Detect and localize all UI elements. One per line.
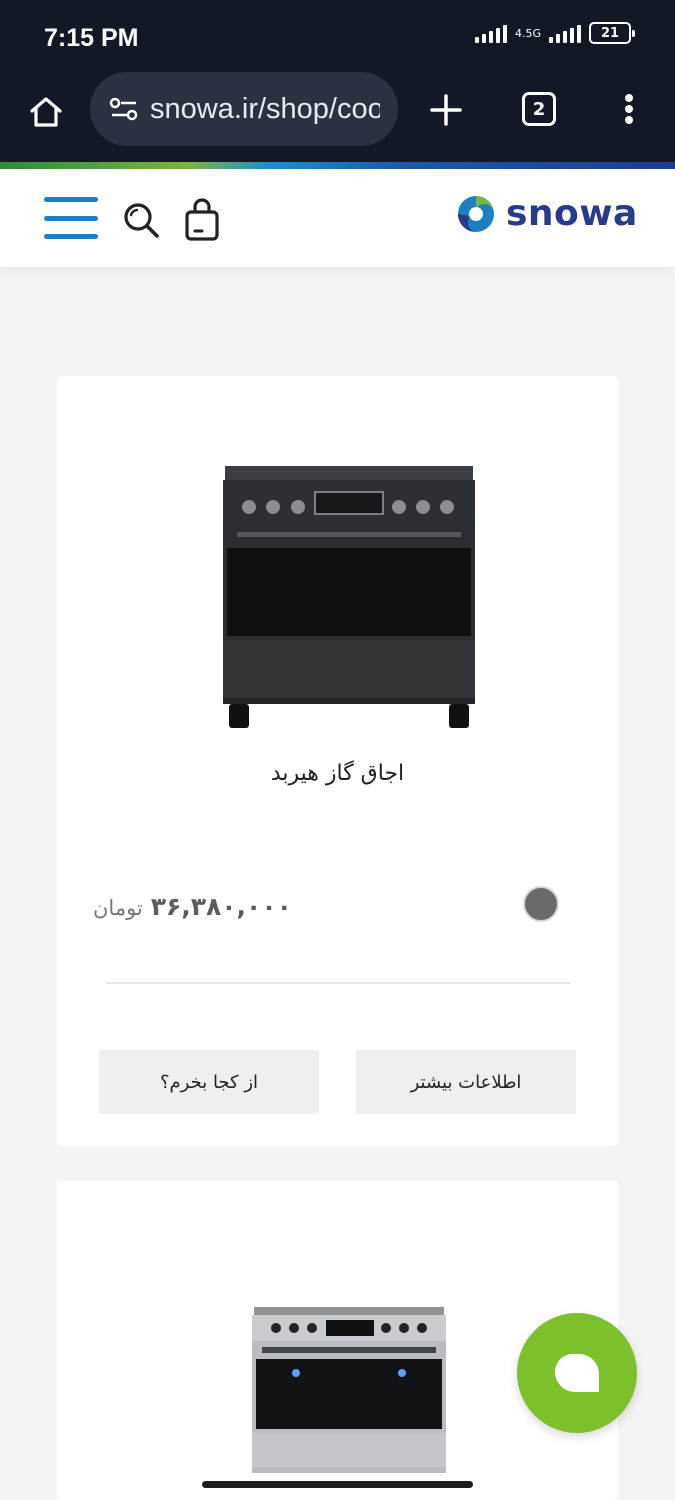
site-settings-icon [109, 97, 138, 121]
new-tab-button[interactable] [424, 88, 468, 132]
product-image-2[interactable] [252, 1307, 446, 1473]
product-price: ۳۶,۳۸۰,۰۰۰ تومان [93, 892, 292, 921]
menu-icon[interactable] [44, 197, 98, 239]
tab-switcher-button[interactable]: 2 [522, 92, 556, 126]
snowa-logo[interactable]: snowa [456, 193, 638, 234]
status-bar: 7:15 PM 4.5G 21 [0, 0, 675, 72]
price-currency: تومان [93, 896, 143, 920]
signal-icon-2 [549, 23, 581, 43]
product-title[interactable]: اجاق گاز هیربد [57, 761, 618, 786]
battery-icon: 21 [589, 22, 635, 44]
cart-button[interactable] [182, 197, 222, 243]
home-button[interactable] [24, 90, 68, 134]
plus-icon [430, 94, 462, 126]
site-settings-button[interactable] [104, 89, 144, 129]
url-text[interactable]: snowa.ir/shop/cooking [150, 93, 380, 126]
color-swatch[interactable] [523, 886, 559, 922]
site-header: snowa [0, 169, 675, 267]
product-card[interactable]: اجاق گاز هیربد ۳۶,۳۸۰,۰۰۰ تومان از کجا ب… [57, 376, 618, 1146]
snowa-logo-icon [458, 195, 494, 232]
address-bar[interactable]: snowa.ir/shop/cooking [90, 72, 398, 146]
search-icon [124, 203, 159, 238]
signal-icon [474, 23, 507, 43]
status-icons: 4.5G 21 [474, 22, 635, 44]
product-image[interactable] [223, 464, 475, 730]
home-icon [30, 97, 62, 127]
search-button[interactable] [120, 199, 162, 241]
more-info-button[interactable]: اطلاعات بیشتر [356, 1050, 576, 1114]
chat-button[interactable] [517, 1313, 637, 1433]
battery-level: 21 [600, 25, 620, 41]
chat-icon [554, 1353, 599, 1392]
color-strip [0, 162, 675, 169]
network-type: 4.5G [514, 26, 541, 40]
divider [106, 982, 570, 984]
status-time: 7:15 PM [44, 24, 139, 52]
where-to-buy-button[interactable]: از کجا بخرم؟ [99, 1050, 319, 1114]
more-vert-icon[interactable] [614, 86, 644, 132]
shopping-bag-icon [185, 198, 219, 241]
gesture-bar [202, 1481, 473, 1488]
browser-toolbar: snowa.ir/shop/cooking 2 [0, 72, 675, 162]
price-value: ۳۶,۳۸۰,۰۰۰ [150, 892, 292, 921]
logo-text: snowa [506, 193, 638, 234]
